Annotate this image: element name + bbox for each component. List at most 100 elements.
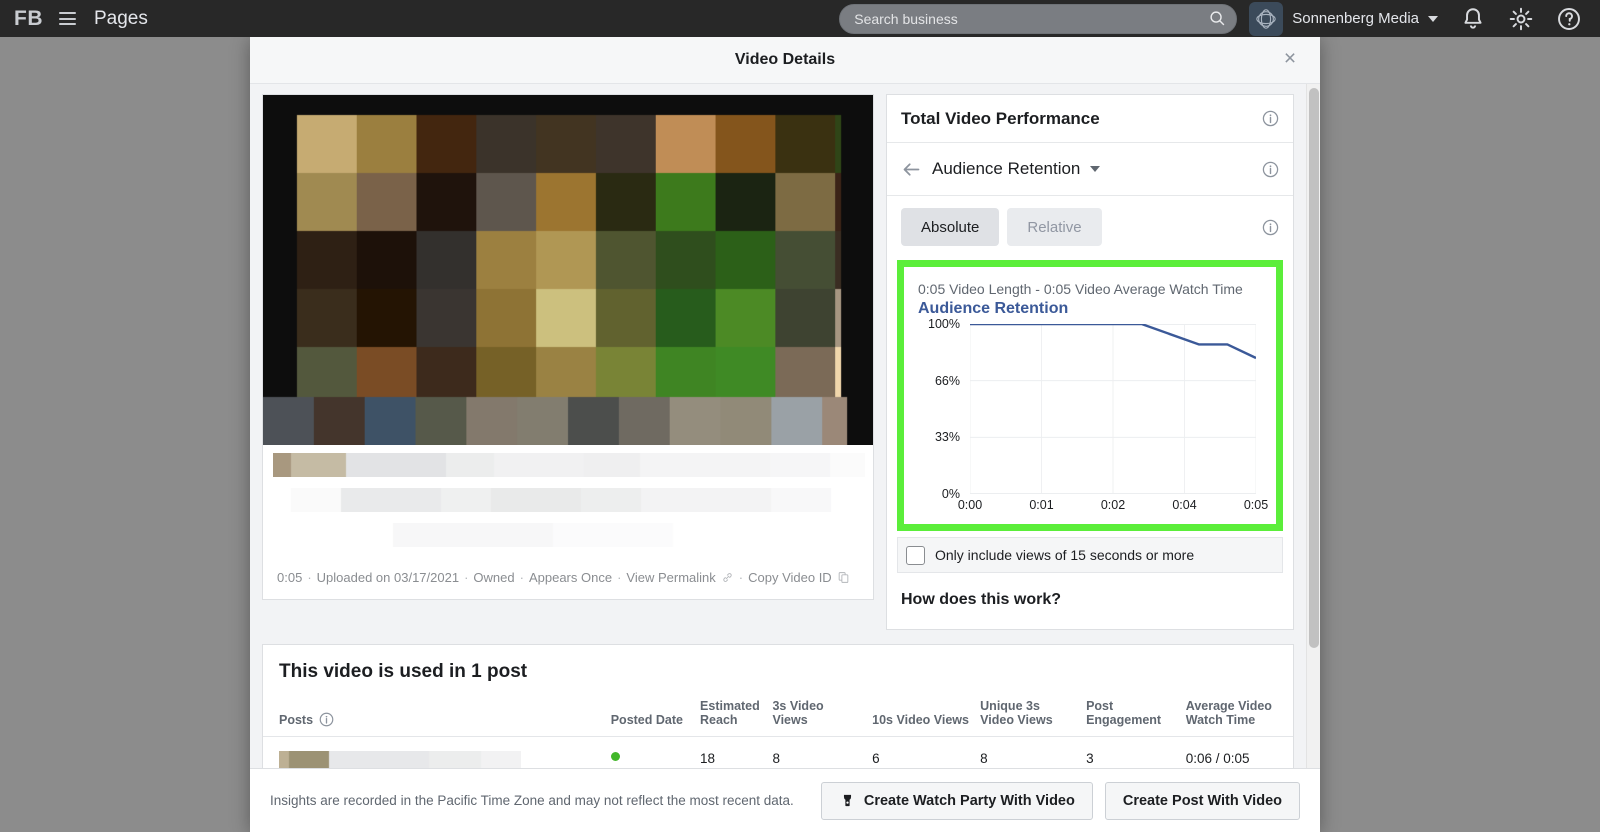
gear-icon[interactable] (1508, 6, 1534, 32)
watch-party-icon (839, 792, 856, 809)
chart-highlight-box: 0:05 Video Length - 0:05 Video Average W… (897, 260, 1283, 531)
cell-10s-video-views: 6 100% (867, 737, 975, 769)
column-estimated-reach[interactable]: Estimated Reach (695, 695, 767, 737)
chart-title: Audience Retention (918, 300, 1262, 318)
views-10s-value: 6 (872, 751, 880, 766)
only-15s-views-checkbox[interactable] (906, 546, 925, 565)
video-column: 0:05 · Uploaded on 03/17/2021 · Owned · … (262, 94, 874, 630)
chevron-down-icon[interactable] (1090, 166, 1100, 172)
modal-footer: Insights are recorded in the Pacific Tim… (250, 768, 1320, 832)
blurred-text-line (273, 488, 865, 512)
how-does-this-work-link[interactable]: How does this work? (887, 573, 1293, 629)
video-thumbnail[interactable] (263, 95, 873, 445)
cell-unique-3s-views: 8 (975, 737, 1081, 769)
column-post-engagement[interactable]: Post Engagement (1081, 695, 1181, 737)
business-logo-icon (1255, 8, 1277, 30)
video-card: 0:05 · Uploaded on 03/17/2021 · Owned · … (262, 94, 874, 600)
column-3s-video-views[interactable]: 3s Video Views (767, 695, 867, 737)
metric-name[interactable]: Audience Retention (932, 159, 1080, 179)
only-15s-views-label: Only include views of 15 seconds or more (935, 547, 1194, 563)
posts-table: Posts Posted Date Estimated Reach (263, 695, 1293, 768)
scrollbar[interactable] (1306, 84, 1320, 768)
post-preview-cell[interactable] (263, 737, 606, 769)
table-header-row: Posts Posted Date Estimated Reach (263, 695, 1293, 737)
copy-icon[interactable] (837, 571, 850, 584)
watch-party-label: Create Watch Party With Video (864, 793, 1075, 809)
bell-icon[interactable] (1460, 6, 1486, 32)
avatar[interactable] (1249, 2, 1283, 36)
video-caption-placeholder (263, 445, 873, 558)
info-icon[interactable] (1262, 161, 1279, 178)
tab-absolute[interactable]: Absolute (901, 208, 999, 246)
view-permalink-link[interactable]: View Permalink (626, 570, 715, 585)
performance-header: Total Video Performance (887, 95, 1293, 143)
column-posted-date[interactable]: Posted Date (606, 695, 695, 737)
views-3s-value: 8 (772, 751, 780, 766)
modal-scroll-area: 0:05 · Uploaded on 03/17/2021 · Owned · … (250, 84, 1306, 768)
business-name[interactable]: Sonnenberg Media (1292, 10, 1419, 27)
back-arrow-icon[interactable] (901, 159, 922, 180)
top-navigation-bar: FB Pages Sonnenberg Media (0, 0, 1600, 37)
create-post-button[interactable]: Create Post With Video (1105, 782, 1300, 820)
info-icon[interactable] (1262, 219, 1279, 236)
blurred-post-preview (279, 751, 521, 768)
copy-video-id-link[interactable]: Copy Video ID (748, 570, 832, 585)
create-post-label: Create Post With Video (1123, 793, 1282, 809)
column-unique-3s-video-views[interactable]: Unique 3s Video Views (975, 695, 1081, 737)
x-axis-tick: 0:01 (1029, 498, 1053, 512)
status-badge (611, 752, 620, 761)
x-axis-tick: 0:00 (958, 498, 982, 512)
link-icon[interactable] (721, 571, 734, 584)
tab-relative[interactable]: Relative (1007, 208, 1101, 246)
column-label: Posts (279, 713, 313, 727)
total-video-performance-card: Total Video Performance Audienc (886, 94, 1294, 630)
modal-body: 0:05 · Uploaded on 03/17/2021 · Owned · … (250, 84, 1320, 768)
y-axis-tick: 0% (918, 487, 960, 501)
y-axis-tick: 66% (918, 374, 960, 388)
chart-plot-region: 100%66%33%0% (918, 324, 1262, 494)
y-axis-tick: 33% (918, 430, 960, 444)
video-details-modal: Video Details × 0:05 · (250, 37, 1320, 832)
plot-area (970, 324, 1256, 494)
posts-table-card: This video is used in 1 post Posts (262, 644, 1294, 768)
audience-retention-chart: 0:05 Video Length - 0:05 Video Average W… (906, 269, 1274, 522)
video-appearances: Appears Once (529, 570, 612, 585)
column-posts[interactable]: Posts (263, 695, 606, 737)
search-container (839, 4, 1237, 34)
search-icon[interactable] (1209, 10, 1226, 27)
views-filter-row: Only include views of 15 seconds or more (897, 537, 1283, 573)
x-axis-labels: 0:000:010:020:040:05 (970, 494, 1256, 516)
video-metadata: 0:05 · Uploaded on 03/17/2021 · Owned · … (263, 558, 873, 599)
insights-note: Insights are recorded in the Pacific Tim… (270, 793, 809, 808)
separator: · (617, 570, 621, 585)
page-section-title: Pages (94, 8, 148, 30)
performance-column: Total Video Performance Audienc (886, 94, 1294, 630)
posts-table-heading: This video is used in 1 post (263, 645, 1293, 695)
separator: · (520, 570, 524, 585)
table-row[interactable]: 03/17/2021 12:05 PM 18 8 100% 6 100% (263, 737, 1293, 769)
separator: · (464, 570, 468, 585)
hamburger-menu-icon[interactable] (59, 12, 76, 25)
cell-average-watch-time: 0:06 / 0:05 (1181, 737, 1293, 769)
cell-post-engagement: 3 (1081, 737, 1181, 769)
x-axis-tick: 0:05 (1244, 498, 1268, 512)
chevron-down-icon[interactable] (1428, 16, 1438, 22)
create-watch-party-button[interactable]: Create Watch Party With Video (821, 782, 1093, 820)
x-axis-tick: 0:02 (1101, 498, 1125, 512)
video-ownership: Owned (473, 570, 514, 585)
x-axis-tick: 0:04 (1172, 498, 1196, 512)
separator: · (739, 570, 743, 585)
help-icon[interactable] (1556, 6, 1582, 32)
column-10s-video-views[interactable]: 10s Video Views (867, 695, 975, 737)
info-icon[interactable] (1262, 110, 1279, 127)
column-average-video-watch-time[interactable]: Average Video Watch Time (1181, 695, 1293, 737)
fb-logo[interactable]: FB (14, 7, 43, 31)
search-input[interactable] (839, 4, 1237, 34)
page-title: Video Details (735, 51, 835, 69)
info-icon[interactable] (319, 712, 334, 727)
scrollbar-thumb[interactable] (1309, 88, 1319, 648)
separator: · (307, 570, 311, 585)
close-icon[interactable]: × (1278, 48, 1302, 72)
cell-3s-video-views: 8 100% (767, 737, 867, 769)
cell-posted-date: 03/17/2021 12:05 PM (606, 737, 695, 769)
